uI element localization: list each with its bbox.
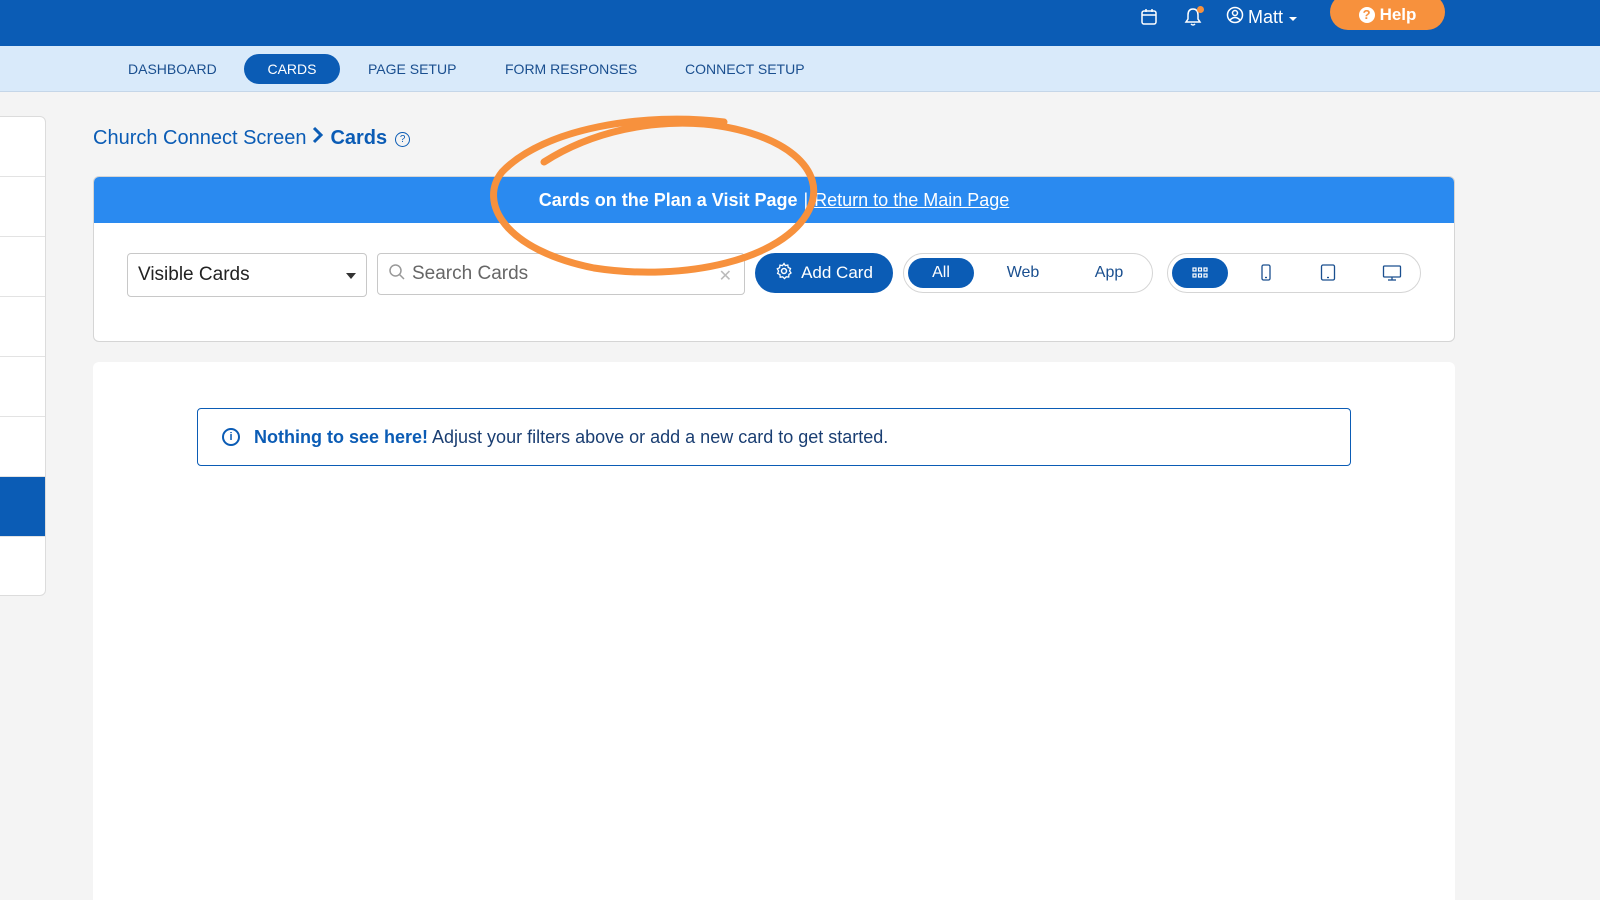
user-name: Matt — [1248, 6, 1284, 27]
nav-bar: DASHBOARD CARDS PAGE SETUP FORM RESPONSE… — [0, 46, 1600, 92]
return-main-page-link[interactable]: Return to the Main Page — [814, 190, 1009, 211]
sidebar-item[interactable] — [0, 417, 45, 477]
top-bar: Matt ? Help — [0, 0, 1600, 46]
user-circle-icon — [1226, 6, 1244, 29]
page-banner: Cards on the Plan a Visit Page | Return … — [94, 177, 1454, 223]
visibility-select[interactable]: Visible Cards — [127, 253, 367, 297]
help-button[interactable]: ? Help — [1330, 0, 1445, 30]
tab-page-setup[interactable]: PAGE SETUP — [368, 54, 456, 84]
search-icon — [388, 263, 406, 286]
breadcrumb-current: Cards — [330, 126, 388, 149]
tab-connect-setup[interactable]: CONNECT SETUP — [685, 54, 805, 84]
chevron-right-icon — [312, 126, 324, 150]
desktop-icon[interactable] — [1364, 258, 1420, 288]
notification-dot — [1197, 6, 1204, 13]
sidebar-item[interactable] — [0, 357, 45, 417]
visibility-select-value: Visible Cards — [138, 264, 250, 285]
grid-icon[interactable] — [1172, 258, 1228, 288]
device-toggle — [1167, 253, 1421, 293]
bell-icon[interactable] — [1182, 6, 1204, 28]
sidebar-item[interactable] — [0, 177, 45, 237]
left-sidebar — [0, 116, 46, 596]
alert-strong: Nothing to see here! — [254, 426, 429, 447]
platform-toggle: All Web App — [903, 253, 1153, 293]
search-box: ✕ — [377, 253, 745, 295]
help-circle-icon[interactable]: ? — [395, 132, 411, 147]
phone-icon[interactable] — [1238, 258, 1294, 288]
add-card-label: Add Card — [801, 263, 873, 282]
info-icon: i — [222, 428, 240, 446]
sidebar-item-active[interactable] — [0, 477, 45, 537]
breadcrumb-parent[interactable]: Church Connect Screen — [93, 127, 306, 150]
platform-web[interactable]: Web — [990, 258, 1056, 288]
caret-down-icon — [1287, 7, 1299, 28]
calendar-icon[interactable] — [1138, 6, 1160, 28]
user-menu[interactable]: Matt — [1226, 5, 1299, 29]
sidebar-item[interactable] — [0, 237, 45, 297]
tab-cards[interactable]: CARDS — [244, 54, 340, 84]
platform-app[interactable]: App — [1076, 258, 1142, 288]
banner-title: Cards on the Plan a Visit Page — [538, 189, 798, 210]
search-input[interactable] — [412, 263, 712, 285]
tablet-icon[interactable] — [1300, 258, 1356, 288]
tab-form-responses[interactable]: FORM RESPONSES — [505, 54, 637, 84]
sidebar-item[interactable] — [0, 117, 45, 177]
help-label: Help — [1379, 4, 1417, 24]
caret-down-icon — [346, 273, 356, 279]
content-panel: i Nothing to see here! Adjust your filte… — [93, 362, 1455, 900]
alert-message: Adjust your filters above or add a new c… — [432, 426, 889, 447]
gear-icon — [775, 261, 793, 285]
platform-all[interactable]: All — [908, 258, 974, 288]
sidebar-item[interactable] — [0, 297, 45, 357]
sidebar-item[interactable] — [0, 537, 45, 595]
empty-state-alert: i Nothing to see here! Adjust your filte… — [197, 408, 1351, 466]
breadcrumb: Church Connect Screen Cards ? — [93, 124, 411, 152]
add-card-button[interactable]: Add Card — [755, 253, 893, 293]
tab-dashboard[interactable]: DASHBOARD — [128, 54, 217, 84]
banner-separator: | — [803, 189, 809, 210]
filter-card: Cards on the Plan a Visit Page | Return … — [93, 176, 1455, 342]
clear-icon[interactable]: ✕ — [719, 266, 732, 286]
question-icon: ? — [1358, 6, 1375, 23]
